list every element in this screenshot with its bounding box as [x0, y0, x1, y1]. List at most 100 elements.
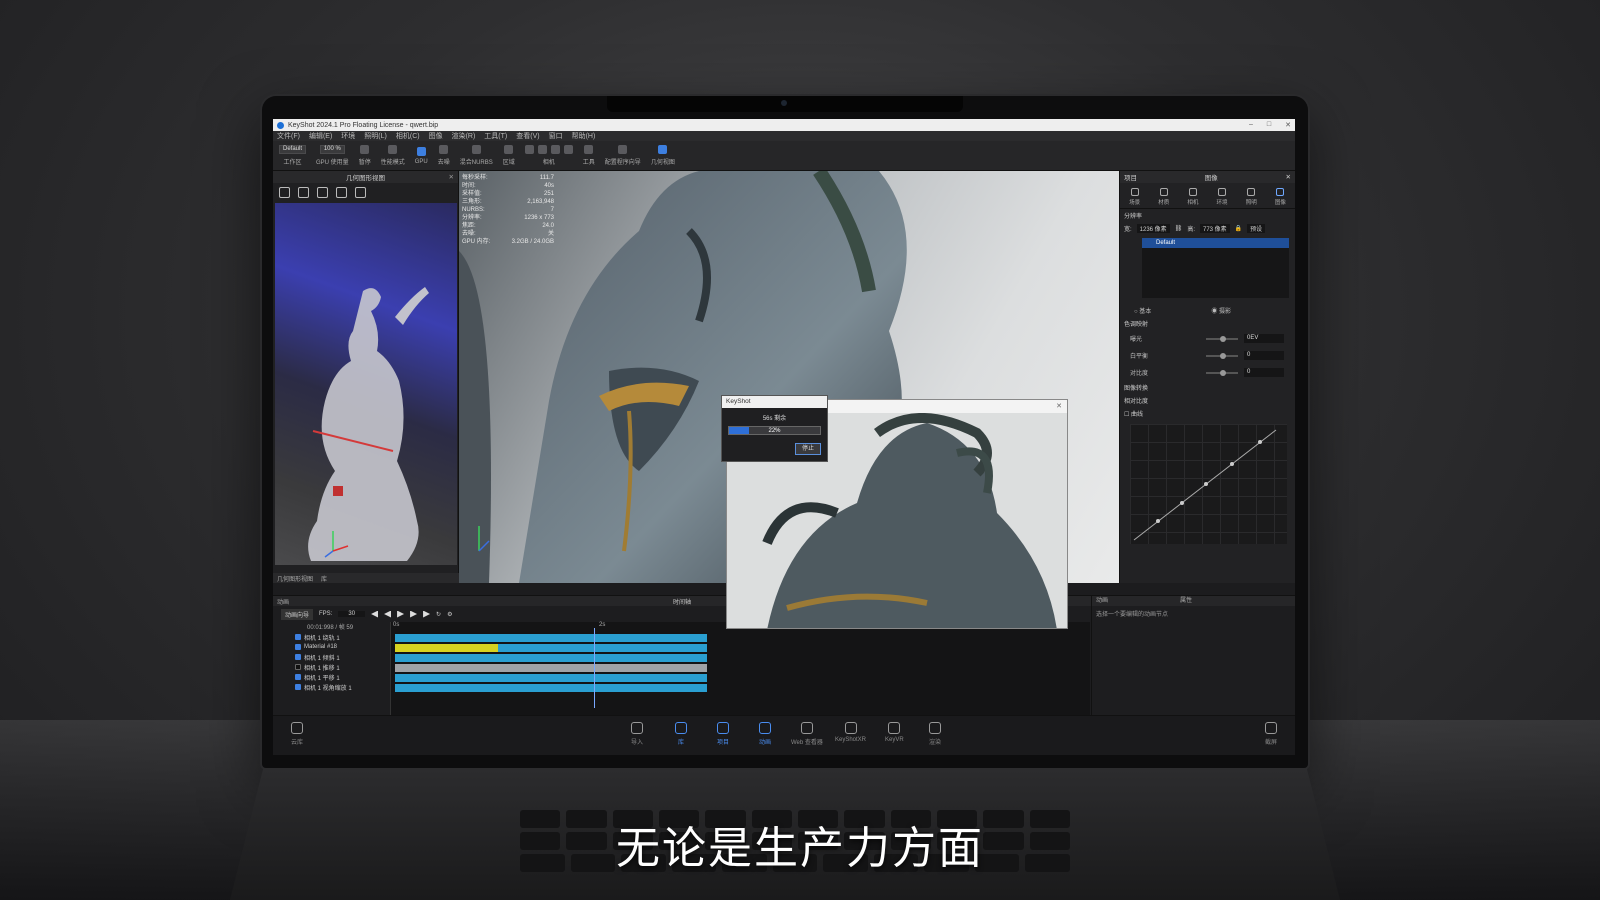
screenshot-button[interactable]: 截屏 — [1265, 722, 1277, 746]
exposure-slider[interactable] — [1206, 335, 1238, 342]
menu-camera[interactable]: 相机(C) — [396, 131, 420, 141]
keyshotxr-button[interactable]: KeyShotXR — [835, 722, 866, 743]
track-item[interactable]: 相机 1 倾斜 1 — [281, 652, 385, 662]
track-bar[interactable] — [395, 684, 707, 692]
maximize-icon[interactable]: □ — [1267, 121, 1271, 129]
skip-back-icon[interactable] — [371, 610, 379, 618]
menu-environment[interactable]: 环境 — [341, 131, 355, 141]
menu-tools[interactable]: 工具(T) — [484, 131, 507, 141]
close-icon[interactable]: ✕ — [1056, 402, 1062, 410]
mode-photo-radio[interactable]: ◉ 摄影 — [1211, 306, 1231, 315]
track-bar[interactable] — [395, 654, 707, 662]
curve-editor[interactable] — [1130, 424, 1287, 544]
web-viewer-button[interactable]: Web 查看器 — [791, 722, 823, 746]
track-item[interactable]: 相机 1 绕轨 1 — [281, 632, 385, 642]
close-icon[interactable]: ✕ — [1285, 121, 1291, 129]
render-button[interactable]: 渲染 — [929, 722, 941, 746]
pause-group[interactable]: 暂停 — [359, 145, 371, 166]
menu-help[interactable]: 帮助(H) — [572, 131, 596, 141]
gpu-icon[interactable] — [416, 146, 426, 156]
track-checkbox[interactable] — [295, 644, 301, 650]
minimize-icon[interactable]: – — [1249, 121, 1253, 129]
track-bar[interactable] — [395, 634, 707, 642]
track-item[interactable]: 相机 1 视角缩放 1 — [281, 682, 385, 692]
play-icon[interactable] — [397, 610, 405, 618]
zoom-select[interactable]: 100 % — [319, 145, 345, 154]
contrast-input[interactable]: 0 — [1244, 368, 1284, 377]
tab-animation[interactable]: 动画 — [1096, 596, 1108, 606]
cube-icon[interactable] — [298, 186, 309, 198]
exposure-input[interactable]: 0EV — [1244, 334, 1284, 343]
height-input[interactable]: 773 像素 — [1199, 224, 1230, 233]
track-checkbox[interactable] — [295, 674, 301, 680]
close-icon[interactable]: ✕ — [449, 173, 454, 181]
track-item[interactable]: Material #18 — [281, 642, 385, 652]
menu-image[interactable]: 图像 — [429, 131, 443, 141]
keyvr-button[interactable]: KeyVR — [885, 722, 904, 743]
track-bar[interactable] — [395, 664, 707, 672]
camera-lock-icon[interactable] — [537, 145, 547, 154]
close-icon[interactable]: ✕ — [1286, 173, 1291, 181]
camera-icon[interactable] — [336, 186, 347, 198]
menu-lighting[interactable]: 照明(L) — [364, 131, 387, 141]
configurator-group[interactable]: 配置程序向导 — [605, 145, 641, 166]
denoise-group[interactable]: 去噪 — [438, 145, 450, 166]
curve-checkbox[interactable]: ☐ 曲线 — [1120, 407, 1295, 420]
preset-item-default[interactable]: Default — [1142, 238, 1289, 248]
white-balance-slider[interactable] — [1206, 352, 1238, 359]
import-button[interactable]: 导入 — [631, 722, 643, 746]
tab-properties[interactable]: 属性 — [1180, 596, 1192, 606]
track-bars[interactable]: 0s 2s — [390, 622, 1090, 716]
track-bar[interactable] — [395, 644, 707, 652]
skip-forward-icon[interactable] — [423, 610, 431, 618]
contrast-slider[interactable] — [1206, 369, 1238, 376]
denoise-icon[interactable] — [439, 145, 449, 154]
gpu-toggle-group[interactable]: GPU — [415, 146, 428, 165]
track-item[interactable]: 相机 1 平移 1 — [281, 672, 385, 682]
image-transform-select[interactable]: 相对比度 — [1120, 394, 1295, 407]
nurbs-icon[interactable] — [471, 145, 481, 154]
camera-list-icon[interactable] — [563, 145, 573, 154]
mode-basic-radio[interactable]: ○ 基本 — [1134, 306, 1151, 315]
tab-scene[interactable]: 场景 — [1129, 188, 1140, 206]
track-checkbox[interactable] — [295, 664, 301, 670]
loop-icon[interactable]: ↻ — [436, 611, 441, 618]
region-icon[interactable] — [504, 145, 514, 154]
tab-camera[interactable]: 相机 — [1187, 188, 1198, 206]
track-item[interactable]: 相机 1 推移 1 — [281, 662, 385, 672]
track-checkbox[interactable] — [295, 634, 301, 640]
nurbs-group[interactable]: 混合NURBS — [460, 145, 493, 166]
animation-button[interactable]: 动画 — [759, 722, 771, 746]
tab-environment[interactable]: 环境 — [1217, 188, 1228, 206]
tools-icon[interactable] — [584, 145, 594, 154]
region-group[interactable]: 区域 — [503, 145, 515, 166]
axes-icon[interactable] — [355, 186, 366, 198]
gear-icon[interactable] — [279, 186, 290, 198]
camera-icon[interactable] — [524, 145, 534, 154]
library-button[interactable]: 库 — [675, 722, 687, 746]
animation-wizard-button[interactable]: 动画向导 — [281, 608, 314, 620]
step-forward-icon[interactable] — [410, 610, 418, 618]
menu-window[interactable]: 窗口 — [549, 131, 563, 141]
performance-mode-group[interactable]: 性能模式 — [381, 145, 405, 166]
menu-file[interactable]: 文件(F) — [277, 131, 300, 141]
preset-dropdown[interactable]: 预设 — [1247, 224, 1266, 233]
fps-select[interactable]: 30 — [338, 611, 366, 617]
pause-icon[interactable] — [360, 145, 370, 154]
camera-group[interactable]: 相机 — [524, 145, 573, 166]
performance-icon[interactable] — [388, 145, 398, 154]
timeline-playhead[interactable] — [594, 628, 595, 708]
tools-group[interactable]: 工具 — [583, 145, 595, 166]
cloud-library-button[interactable]: 云库 — [291, 722, 303, 746]
stop-button[interactable]: 停止 — [795, 443, 821, 455]
geometry-viewport[interactable] — [275, 203, 457, 565]
workspace-select[interactable]: Default — [279, 145, 307, 154]
settings-icon[interactable]: ⚙ — [447, 611, 452, 618]
lock-icon[interactable]: 🔒 — [1235, 225, 1242, 232]
link-icon[interactable]: ⛓ — [1175, 225, 1183, 232]
tab-library[interactable]: 库 — [321, 574, 327, 583]
menu-view[interactable]: 查看(V) — [516, 131, 539, 141]
white-balance-input[interactable]: 0 — [1244, 351, 1284, 360]
tab-material[interactable]: 材质 — [1158, 188, 1169, 206]
camera-reset-icon[interactable] — [550, 145, 560, 154]
